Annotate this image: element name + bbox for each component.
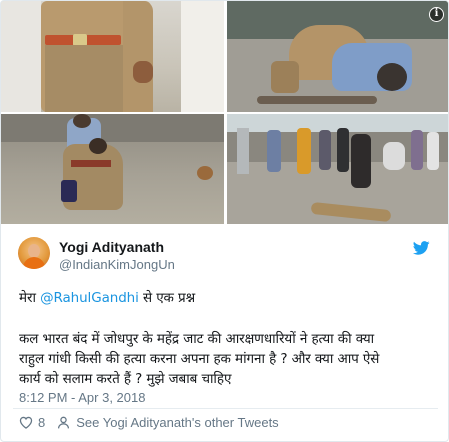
divider bbox=[13, 408, 438, 409]
tweet-footer: 8 See Yogi Adityanath's other Tweets bbox=[19, 413, 279, 431]
tweet-card: i Yogi Adityanath @IndianKimJongUn मेरा … bbox=[0, 0, 449, 442]
tweet-text-line-3: राहुल गांधी किसी की हत्या करना अपना हक म… bbox=[19, 351, 380, 367]
photo-man-on-ground[interactable] bbox=[1, 114, 224, 224]
photo-crouching-men[interactable]: i bbox=[227, 1, 448, 112]
text-suffix: से एक प्रश्न bbox=[138, 290, 196, 306]
display-name[interactable]: Yogi Adityanath bbox=[59, 239, 164, 255]
photo-police-officer[interactable] bbox=[1, 1, 224, 112]
tweet-timestamp[interactable]: 8:12 PM - Apr 3, 2018 bbox=[19, 390, 145, 405]
avatar[interactable] bbox=[18, 237, 50, 269]
user-handle[interactable]: @IndianKimJongUn bbox=[59, 257, 175, 272]
twitter-bird-icon[interactable] bbox=[413, 241, 430, 255]
tweet-text-line-2: कल भारत बंद में जोधपुर के महेंद्र जाट की… bbox=[19, 331, 375, 347]
text-prefix: मेरा bbox=[19, 290, 41, 306]
like-count: 8 bbox=[38, 414, 46, 430]
photo-street-crowd[interactable] bbox=[227, 114, 448, 224]
person-icon bbox=[58, 416, 70, 428]
mention-link[interactable]: @RahulGandhi bbox=[40, 290, 139, 306]
photo-grid[interactable]: i bbox=[1, 1, 448, 224]
tweet-text-line-4: कार्य को सलाम करते हैं ? मुझे जबाब चाहिए bbox=[19, 371, 232, 387]
heart-icon[interactable] bbox=[19, 416, 33, 429]
tweet-text-line-1: मेरा @RahulGandhi से एक प्रश्न bbox=[19, 288, 195, 306]
see-other-tweets-link[interactable]: See Yogi Adityanath's other Tweets bbox=[76, 415, 278, 430]
info-icon[interactable]: i bbox=[429, 7, 444, 22]
